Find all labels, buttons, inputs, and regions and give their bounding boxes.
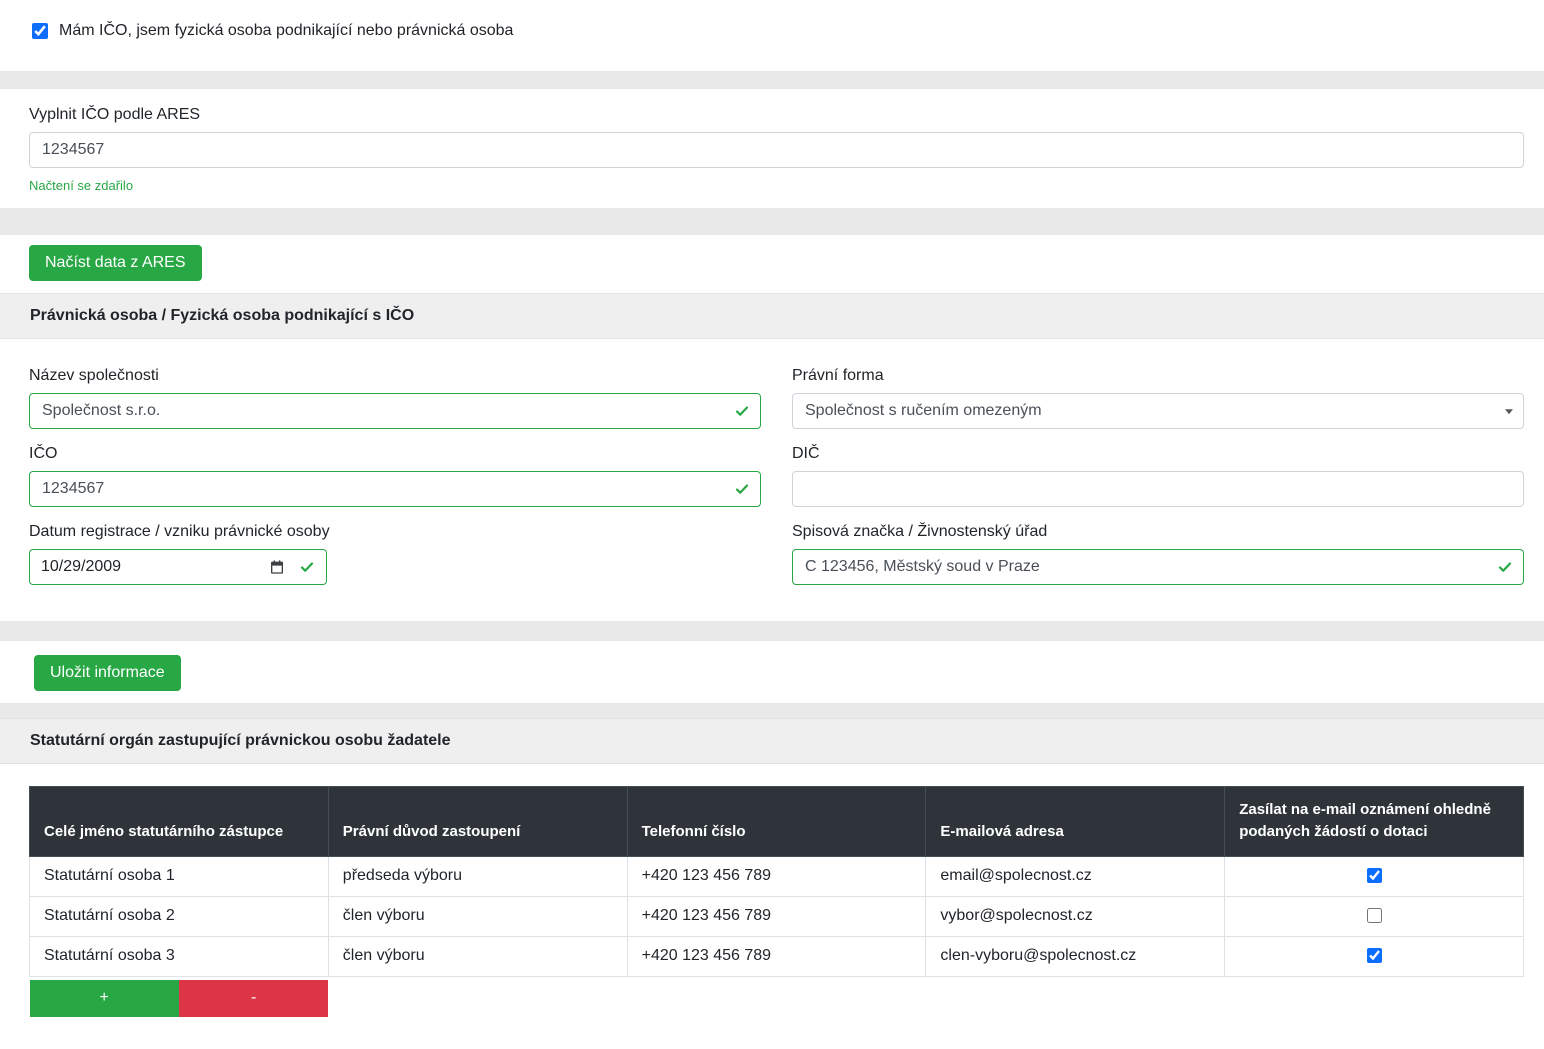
valid-check-icon [299, 559, 315, 575]
statutory-email-cell: vybor@spolecnost.cz [926, 896, 1225, 936]
company-name-input[interactable] [29, 393, 761, 429]
company-name-label: Název společnosti [29, 367, 761, 385]
statutory-email-cell: email@spolecnost.cz [926, 856, 1225, 896]
statutory-notify-cell [1225, 936, 1524, 976]
company-name-field: Název společnosti [29, 351, 761, 429]
table-actions-empty-cell [328, 976, 1523, 1017]
add-row-button[interactable]: + [30, 980, 179, 1017]
statutory-phone-cell: +420 123 456 789 [627, 896, 926, 936]
header-email: E-mailová adresa [926, 787, 1225, 857]
ares-status-text: Načtení se zdařilo [29, 178, 1524, 193]
file-number-input[interactable] [792, 549, 1524, 585]
load-ares-button[interactable]: Načíst data z ARES [29, 245, 202, 281]
table-actions-cell: + - [30, 976, 329, 1017]
dic-input[interactable] [792, 471, 1524, 507]
ico-field: IČO [29, 429, 761, 507]
section-divider [0, 703, 1544, 718]
statutory-notify-cell [1225, 896, 1524, 936]
ico-toggle-section: Mám IČO, jsem fyzická osoba podnikající … [0, 0, 1544, 71]
save-info-button[interactable]: Uložit informace [34, 655, 181, 691]
statutory-reason-cell: člen výboru [328, 896, 627, 936]
file-number-field: Spisová značka / Živnostenský úřad [792, 507, 1524, 585]
statutory-table-section: Celé jméno statutárního zástupce Právní … [0, 764, 1544, 1017]
ares-ico-label: Vyplnit IČO podle ARES [29, 106, 1524, 124]
legal-form-label: Právní forma [792, 367, 1524, 385]
legal-form-selected-value: Společnost s ručením omezeným [805, 402, 1042, 420]
notify-checkbox[interactable] [1367, 948, 1382, 963]
registration-date-field: Datum registrace / vzniku právnické osob… [29, 507, 761, 585]
table-row: Statutární osoba 3 člen výboru +420 123 … [30, 936, 1524, 976]
section-divider [0, 208, 1544, 235]
grant-application-form: Mám IČO, jsem fyzická osoba podnikající … [0, 0, 1544, 1049]
statutory-table: Celé jméno statutárního zástupce Právní … [29, 786, 1524, 1017]
has-ico-option[interactable]: Mám IČO, jsem fyzická osoba podnikající … [32, 22, 513, 40]
save-section: Uložit informace [0, 641, 1544, 703]
ares-ico-input[interactable] [29, 132, 1524, 168]
statutory-phone-cell: +420 123 456 789 [627, 936, 926, 976]
header-legal-reason: Právní důvod zastoupení [328, 787, 627, 857]
header-full-name: Celé jméno statutárního zástupce [30, 787, 329, 857]
statutory-reason-cell: člen výboru [328, 936, 627, 976]
dic-label: DIČ [792, 445, 1524, 463]
table-actions-row: + - [30, 976, 1524, 1017]
notify-checkbox[interactable] [1367, 908, 1382, 923]
ico-label: IČO [29, 445, 761, 463]
ares-action-section: Načíst data z ARES [0, 235, 1544, 293]
calendar-icon[interactable] [269, 559, 285, 575]
registration-date-value: 10/29/2009 [41, 558, 269, 576]
company-section-header: Právnická osoba / Fyzická osoba podnikaj… [0, 293, 1544, 339]
statutory-notify-cell [1225, 856, 1524, 896]
file-number-label: Spisová značka / Živnostenský úřad [792, 523, 1524, 541]
registration-date-input[interactable]: 10/29/2009 [29, 549, 327, 585]
company-section-title: Právnická osoba / Fyzická osoba podnikaj… [30, 307, 414, 325]
section-divider [0, 621, 1544, 641]
ares-lookup-section: Vyplnit IČO podle ARES Načtení se zdařil… [0, 89, 1544, 208]
has-ico-label: Mám IČO, jsem fyzická osoba podnikající … [59, 22, 513, 40]
statutory-name-cell: Statutární osoba 1 [30, 856, 329, 896]
statutory-section-title: Statutární orgán zastupující právnickou … [30, 732, 451, 750]
ico-input[interactable] [29, 471, 761, 507]
statutory-name-cell: Statutární osoba 2 [30, 896, 329, 936]
table-row: Statutární osoba 2 člen výboru +420 123 … [30, 896, 1524, 936]
table-header-row: Celé jméno statutárního zástupce Právní … [30, 787, 1524, 857]
chevron-down-icon [1505, 409, 1513, 414]
section-divider [0, 71, 1544, 89]
header-phone: Telefonní číslo [627, 787, 926, 857]
statutory-reason-cell: předseda výboru [328, 856, 627, 896]
statutory-name-cell: Statutární osoba 3 [30, 936, 329, 976]
company-form-grid: Název společnosti Právní forma Společnos… [29, 351, 1524, 585]
company-form-section: Název společnosti Právní forma Společnos… [0, 339, 1544, 621]
statutory-section-header: Statutární orgán zastupující právnickou … [0, 718, 1544, 764]
header-notify: Zasílat na e-mail oznámení ohledně podan… [1225, 787, 1524, 857]
remove-row-button[interactable]: - [179, 980, 328, 1017]
statutory-phone-cell: +420 123 456 789 [627, 856, 926, 896]
notify-checkbox[interactable] [1367, 868, 1382, 883]
legal-form-field: Právní forma Společnost s ručením omezen… [792, 351, 1524, 429]
has-ico-checkbox[interactable] [32, 23, 48, 39]
dic-field: DIČ [792, 429, 1524, 507]
registration-date-label: Datum registrace / vzniku právnické osob… [29, 523, 761, 541]
legal-form-select[interactable]: Společnost s ručením omezeným [792, 393, 1524, 429]
table-row: Statutární osoba 1 předseda výboru +420 … [30, 856, 1524, 896]
statutory-email-cell: clen-vyboru@spolecnost.cz [926, 936, 1225, 976]
